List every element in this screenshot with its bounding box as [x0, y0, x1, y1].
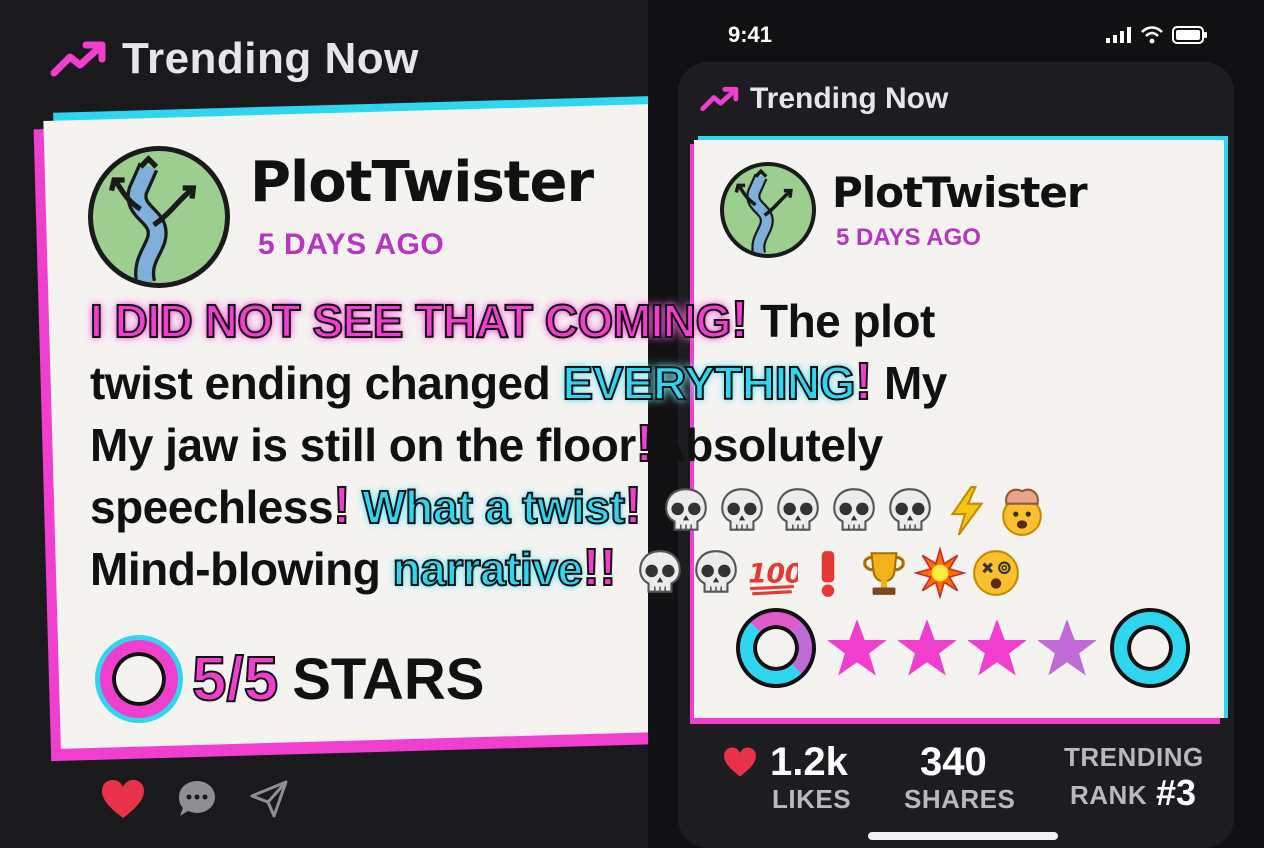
lightning-emoji-icon	[950, 485, 984, 536]
star-icon	[898, 620, 956, 676]
post-text-segment: speechless	[90, 481, 334, 533]
ring-icon	[100, 640, 178, 718]
ring-icon	[740, 612, 812, 684]
ring-icon	[1114, 612, 1186, 684]
status-icons	[1106, 26, 1208, 44]
exclamation-mark: !	[854, 352, 873, 412]
comment-icon[interactable]	[176, 778, 218, 820]
status-time: 9:41	[728, 22, 773, 47]
post-text-segment: Mind-blowing	[90, 543, 381, 595]
skull-emoji-icon	[639, 549, 682, 593]
likes-label: LIKES	[772, 784, 852, 814]
signal-icon	[1106, 27, 1131, 43]
dizzy-face-emoji-icon	[973, 549, 1020, 596]
post-text-segment: twist ending changed	[90, 357, 551, 409]
exclamation-mark: !!	[581, 538, 617, 598]
skull-emoji-icon	[695, 549, 738, 593]
avatar[interactable]	[720, 162, 816, 258]
exclamation-emoji-icon	[822, 551, 835, 597]
heart-icon[interactable]	[722, 746, 758, 778]
post-text-segment: The plot	[759, 295, 935, 347]
forking-arrows-avatar-icon	[108, 155, 197, 283]
forking-arrows-avatar-icon	[734, 168, 793, 254]
highlight-text: EVERYTHING	[562, 356, 857, 410]
post-text-segment: My jaw is still on the floor	[90, 419, 636, 471]
highlight-text: What a twist	[361, 480, 626, 534]
post-line: My jaw is still on the floor!Absolutely	[90, 414, 1200, 476]
wifi-icon	[1141, 26, 1163, 44]
trophy-emoji-icon	[863, 552, 906, 595]
avatar[interactable]	[88, 146, 230, 288]
highlight-text: I DID NOT SEE THAT COMING	[89, 294, 732, 348]
hundred-emoji-icon: 100	[748, 558, 798, 596]
shares-label: SHARES	[904, 784, 1016, 814]
emoji-row	[660, 484, 1048, 538]
skull-emoji-icon	[832, 487, 875, 531]
post-line: I DID NOT SEE THAT COMING! The plot	[89, 290, 1200, 352]
exclamation-mark: !	[332, 476, 351, 536]
rating-label: STARS	[292, 646, 485, 712]
battery-icon	[1172, 26, 1207, 44]
explosion-emoji-icon	[914, 546, 967, 600]
post-text-segment: My	[883, 357, 947, 409]
likes-count: 1.2k	[770, 740, 848, 784]
post-stats: 1.2k LIKES 340 SHARES TRENDING RANK #3	[720, 738, 1220, 818]
header-title: Trending Now	[122, 34, 419, 83]
username[interactable]: PlotTwister	[250, 150, 594, 215]
trending-arrow-icon	[700, 86, 739, 112]
post-line: speechless! What a twist!	[90, 476, 1200, 538]
exclamation-mark: !	[730, 290, 749, 350]
star-icon	[968, 620, 1026, 676]
rank-value: #3	[1156, 772, 1197, 813]
star-icon	[828, 620, 886, 676]
trending-arrow-icon	[50, 41, 106, 77]
highlight-text: narrative	[392, 542, 584, 596]
post-line: twist ending changed EVERYTHING! My	[90, 352, 1200, 414]
shares-count: 340	[920, 740, 987, 784]
star-icon	[1038, 620, 1096, 676]
heart-icon[interactable]	[100, 778, 146, 820]
post-timestamp: 5 DAYS AGO	[836, 224, 981, 251]
rank-label: RANK	[1070, 780, 1148, 810]
skull-emoji-icon	[664, 487, 707, 531]
trending-header-right: Trending Now	[700, 82, 948, 116]
star-rating	[740, 612, 1196, 684]
share-icon[interactable]	[248, 778, 290, 820]
post-timestamp: 5 DAYS AGO	[258, 228, 445, 261]
home-indicator[interactable]	[868, 832, 1058, 840]
skull-emoji-icon	[776, 487, 819, 531]
header-title: Trending Now	[750, 82, 949, 115]
svg-text:100: 100	[748, 558, 798, 589]
emoji-row: 100	[634, 546, 1022, 600]
trending-rank-label: TRENDING	[1064, 742, 1204, 772]
post-line: Mind-blowing narrative!! 100	[90, 538, 1200, 600]
skull-emoji-icon	[888, 487, 931, 531]
skull-emoji-icon	[720, 487, 763, 531]
rating-score: 5/5	[191, 644, 279, 715]
mind-blown-emoji-icon	[1001, 488, 1042, 536]
exclamation-mark: !	[635, 414, 654, 474]
trending-header-left: Trending Now	[50, 34, 419, 84]
username[interactable]: PlotTwister	[832, 168, 1088, 217]
post-body: I DID NOT SEE THAT COMING! The plot twis…	[89, 290, 1200, 600]
rating-summary: 5/5 STARS	[100, 640, 484, 718]
post-text-segment: Absolutely	[652, 419, 884, 471]
exclamation-mark: !	[624, 476, 643, 536]
post-actions	[100, 778, 290, 820]
